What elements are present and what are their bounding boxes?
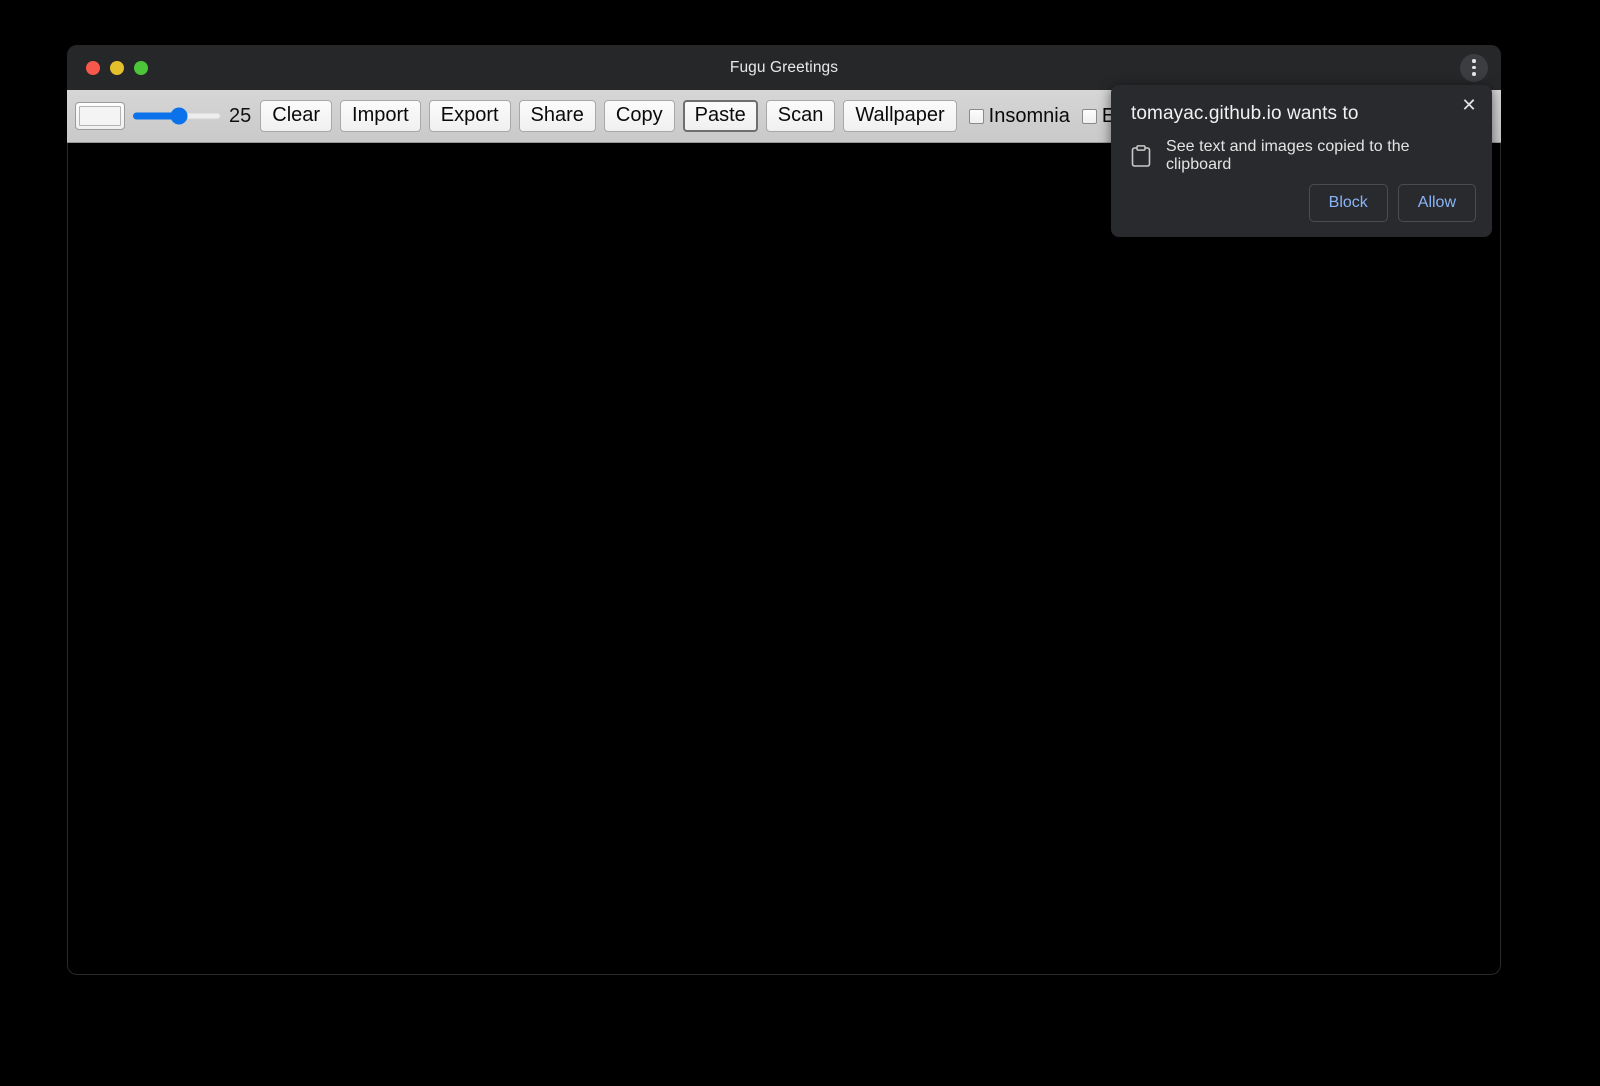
clear-button[interactable]: Clear <box>260 100 332 132</box>
line-width-slider[interactable] <box>133 105 221 127</box>
checkbox-box[interactable] <box>1082 109 1097 124</box>
screen: Fugu Greetings 25 Clear Import Export Sh… <box>0 0 1600 1086</box>
export-button[interactable]: Export <box>429 100 511 132</box>
kebab-menu-icon[interactable] <box>1460 54 1488 82</box>
allow-button[interactable]: Allow <box>1398 184 1476 222</box>
color-picker-input[interactable] <box>75 102 125 130</box>
import-button[interactable]: Import <box>340 100 421 132</box>
traffic-lights <box>86 45 148 90</box>
wallpaper-button[interactable]: Wallpaper <box>843 100 956 132</box>
paste-button[interactable]: Paste <box>683 100 758 132</box>
maximize-window-button[interactable] <box>134 61 148 75</box>
menu-dot <box>1472 59 1476 63</box>
checkbox-box[interactable] <box>969 109 984 124</box>
slider-thumb[interactable] <box>170 108 187 125</box>
clipboard-permission-dialog: ✕ tomayac.github.io wants to See text an… <box>1111 85 1492 237</box>
close-window-button[interactable] <box>86 61 100 75</box>
close-icon[interactable]: ✕ <box>1458 94 1480 116</box>
permission-dialog-actions: Block Allow <box>1309 184 1476 222</box>
copy-button[interactable]: Copy <box>604 100 675 132</box>
line-width-value: 25 <box>229 105 251 128</box>
title-bar: Fugu Greetings <box>67 45 1501 90</box>
insomnia-checkbox-label: Insomnia <box>989 105 1070 128</box>
clipboard-icon <box>1131 145 1151 167</box>
minimize-window-button[interactable] <box>110 61 124 75</box>
block-button[interactable]: Block <box>1309 184 1388 222</box>
permission-request-row: See text and images copied to the clipbo… <box>1131 138 1472 174</box>
menu-dot <box>1472 72 1476 76</box>
scan-button[interactable]: Scan <box>766 100 836 132</box>
color-swatch-icon <box>79 106 121 126</box>
window-title: Fugu Greetings <box>730 59 838 77</box>
share-button[interactable]: Share <box>519 100 596 132</box>
drawing-canvas[interactable] <box>67 143 1501 975</box>
menu-dot <box>1472 66 1476 70</box>
insomnia-checkbox[interactable]: Insomnia <box>969 105 1070 128</box>
permission-dialog-title: tomayac.github.io wants to <box>1131 103 1472 125</box>
permission-description: See text and images copied to the clipbo… <box>1166 138 1472 174</box>
